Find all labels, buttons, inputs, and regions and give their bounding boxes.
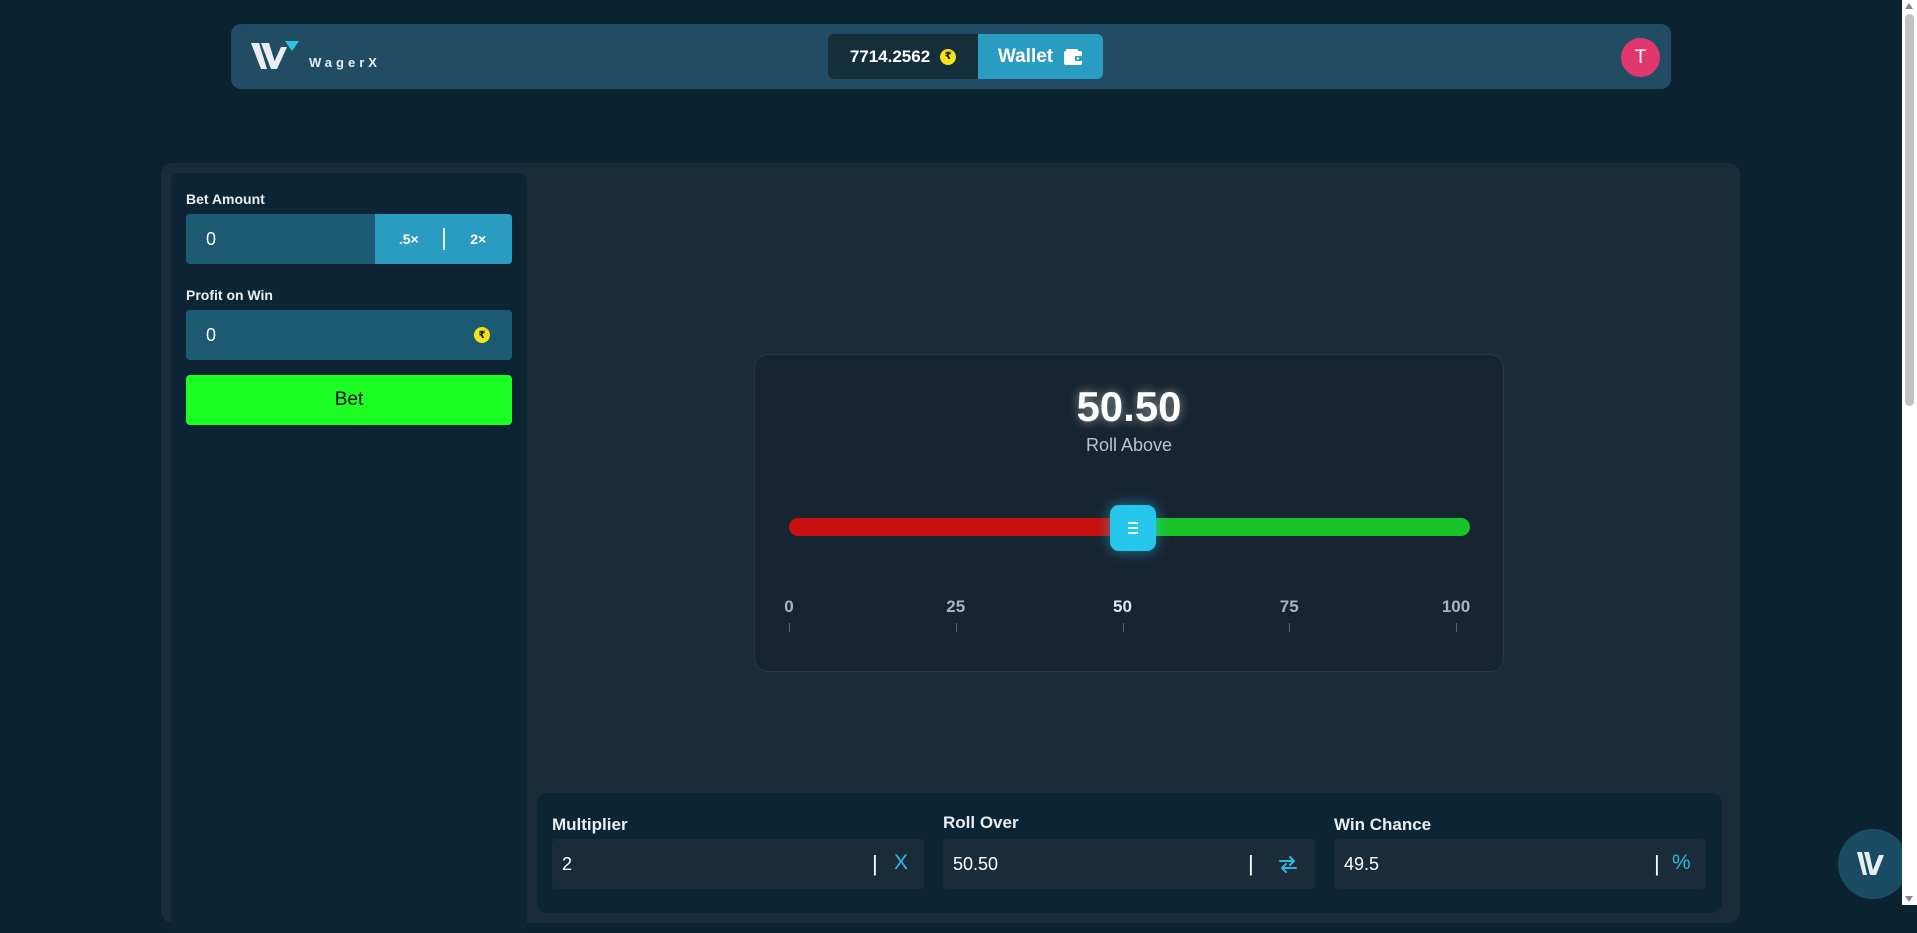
field-divider: | — [1654, 851, 1660, 876]
bet-amount-field: .5× 2× — [186, 214, 512, 264]
field-divider: | — [872, 851, 878, 876]
scale-tick-label: 25 — [946, 597, 966, 616]
game-parameters-panel: Multiplier | X Roll Over | Win Chance — [537, 793, 1722, 913]
scale-tick-label: 100 — [1441, 597, 1471, 616]
user-avatar[interactable]: T — [1621, 38, 1660, 77]
bet-amount-label: Bet Amount — [186, 191, 265, 207]
balance-amount: 7714.2562 — [849, 46, 931, 66]
bet-controls-sidebar: Bet Amount .5× 2× Profit on Win ₹ Bet — [171, 173, 527, 933]
double-bet-button[interactable]: 2× — [445, 231, 513, 247]
percent-icon: % — [1672, 851, 1691, 874]
roll-mode-label: Roll Above — [1085, 435, 1173, 455]
wallet-icon — [1064, 48, 1083, 65]
dice-game-panel: Bet Amount .5× 2× Profit on Win ₹ Bet 50… — [161, 163, 1740, 933]
scale-tick-label: 50 — [1113, 597, 1132, 616]
win-chance-field: | % — [1334, 839, 1706, 889]
bet-button[interactable]: Bet — [186, 375, 512, 425]
floating-logo-button[interactable] — [1838, 829, 1908, 899]
scrollbar-thumb[interactable] — [1905, 14, 1914, 406]
profit-on-win-input[interactable] — [186, 310, 466, 360]
scale-tick-mark — [789, 623, 790, 632]
top-header: WagerX 7714.2562 ₹ Wallet T — [231, 24, 1671, 89]
bet-amount-input[interactable] — [186, 214, 374, 264]
half-bet-button[interactable]: .5× — [375, 231, 443, 247]
scale-tick-mark — [1456, 623, 1457, 632]
win-chance-label: Win Chance — [1334, 815, 1432, 834]
scroll-up-arrow-icon[interactable] — [1905, 3, 1913, 9]
dice-roll-card: 50.50 Roll Above 0 25 50 75 100 — [754, 354, 1504, 672]
rupee-coin-icon: ₹ — [940, 48, 957, 65]
roll-over-field: | — [943, 839, 1315, 889]
win-range-bar — [1132, 518, 1470, 536]
wagerx-logo-icon — [1857, 852, 1884, 875]
brand-wordmark: WagerX — [309, 54, 381, 70]
wagerx-logo-icon — [251, 41, 299, 69]
scale-tick-mark — [1122, 623, 1124, 632]
bet-multiplier-buttons: .5× 2× — [375, 214, 512, 264]
roll-over-input[interactable] — [943, 839, 1243, 889]
scale-tick-mark — [1289, 623, 1291, 632]
win-chance-input[interactable] — [1334, 839, 1634, 889]
roll-target-value: 50.50 — [1076, 383, 1182, 430]
rupee-coin-icon: ₹ — [474, 327, 490, 343]
wallet-button-label: Wallet — [997, 45, 1054, 67]
multiplier-x-icon: X — [894, 851, 909, 874]
multiplier-input[interactable] — [552, 839, 852, 889]
brand-logo[interactable]: WagerX — [249, 38, 381, 76]
scroll-down-arrow-icon[interactable] — [1905, 896, 1913, 902]
scale-tick-label: 75 — [1279, 597, 1299, 616]
multiplier-label: Multiplier — [552, 815, 628, 834]
field-divider: | — [1248, 851, 1254, 876]
wallet-button[interactable]: Wallet — [978, 34, 1103, 79]
scale-tick-mark — [955, 623, 957, 632]
balance-display: 7714.2562 ₹ — [828, 34, 978, 79]
profit-on-win-label: Profit on Win — [186, 287, 273, 303]
grip-icon — [1127, 522, 1138, 534]
swap-arrows-icon[interactable] — [1276, 852, 1300, 876]
roll-slider-track[interactable] — [789, 505, 1470, 551]
scale-tick-label: 0 — [784, 597, 794, 616]
profit-on-win-field: ₹ — [186, 310, 512, 360]
roll-over-label: Roll Over — [943, 813, 1019, 832]
roll-slider-handle[interactable] — [1109, 505, 1156, 551]
multiplier-field: | X — [552, 839, 924, 889]
page-scrollbar[interactable] — [1902, 0, 1917, 905]
lose-range-bar — [789, 518, 1133, 536]
